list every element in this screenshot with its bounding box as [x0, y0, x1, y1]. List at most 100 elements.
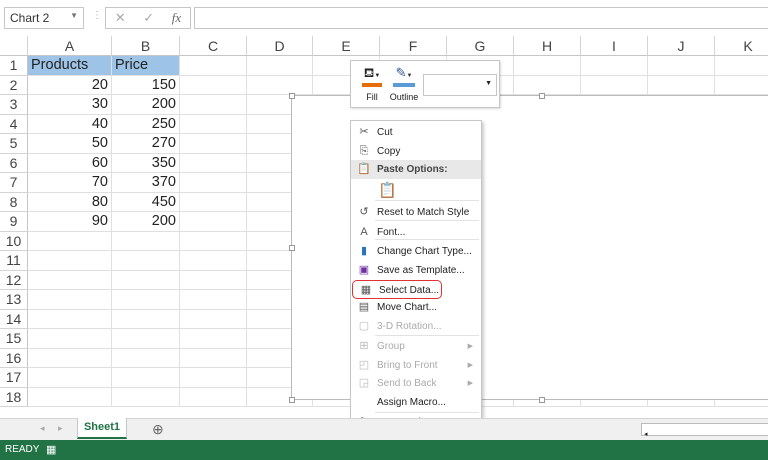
cell[interactable] — [180, 348, 247, 368]
row-header[interactable]: 16 — [0, 348, 28, 368]
row-header[interactable]: 14 — [0, 309, 28, 329]
cell[interactable] — [648, 75, 715, 95]
row-header[interactable]: 7 — [0, 173, 28, 193]
row-header[interactable]: 15 — [0, 329, 28, 349]
cell[interactable]: 250 — [112, 114, 180, 134]
cell[interactable] — [180, 329, 247, 349]
header-cell[interactable]: Price — [112, 56, 180, 76]
resize-handle[interactable] — [289, 245, 295, 251]
row-header[interactable]: 5 — [0, 134, 28, 154]
cell[interactable] — [180, 290, 247, 310]
cell[interactable] — [247, 75, 313, 95]
cell[interactable] — [112, 270, 180, 290]
cell[interactable]: 370 — [112, 173, 180, 193]
menu-item-select-data[interactable]: ▦ Select Data... — [352, 280, 442, 299]
cell[interactable] — [247, 56, 313, 76]
add-sheet-icon[interactable]: ⊕ — [152, 421, 164, 438]
cell[interactable]: 90 — [28, 212, 112, 232]
paste-keep-formatting-icon[interactable]: 📋 — [378, 181, 397, 199]
macro-record-icon[interactable]: ▦ — [46, 443, 56, 456]
resize-handle[interactable] — [289, 397, 295, 403]
menu-item-assign-macro[interactable]: Assign Macro... — [351, 393, 481, 412]
cell[interactable]: 60 — [28, 153, 112, 173]
column-header-f[interactable]: F — [380, 36, 447, 56]
cell[interactable] — [180, 309, 247, 329]
menu-item-copy[interactable]: ⎘ Copy — [351, 142, 481, 161]
cell[interactable] — [180, 134, 247, 154]
cell[interactable]: 20 — [28, 75, 112, 95]
fill-button[interactable]: ⛾▼ Fill — [359, 65, 385, 102]
resize-handle[interactable] — [289, 93, 295, 99]
cell[interactable] — [180, 56, 247, 76]
cell[interactable] — [180, 231, 247, 251]
chart-element-dropdown[interactable]: ▼ — [423, 74, 497, 96]
cell[interactable]: 80 — [28, 192, 112, 212]
row-header[interactable]: 13 — [0, 290, 28, 310]
row-header[interactable]: 18 — [0, 387, 28, 407]
menu-item-cut[interactable]: ✂ Cut — [351, 123, 481, 142]
resize-handle[interactable] — [539, 397, 545, 403]
row-header[interactable]: 3 — [0, 95, 28, 115]
cell[interactable] — [112, 251, 180, 271]
header-cell[interactable]: Products — [28, 56, 112, 76]
column-header-b[interactable]: B — [112, 36, 180, 56]
cell[interactable]: 200 — [112, 95, 180, 115]
cell[interactable]: 30 — [28, 95, 112, 115]
tab-sheet1[interactable]: Sheet1 — [77, 418, 127, 439]
outline-button[interactable]: ✎▼ Outline — [387, 65, 421, 102]
scroll-right-icon[interactable]: ▸ — [58, 423, 63, 434]
cell[interactable] — [28, 329, 112, 349]
cell[interactable]: 70 — [28, 173, 112, 193]
cell[interactable]: 150 — [112, 75, 180, 95]
row-header[interactable]: 1 — [0, 56, 28, 76]
cell[interactable] — [112, 309, 180, 329]
column-header-d[interactable]: D — [247, 36, 313, 56]
menu-item-save-as-template[interactable]: ▣ Save as Template... — [351, 261, 481, 280]
cell[interactable] — [28, 348, 112, 368]
cell[interactable] — [28, 251, 112, 271]
cell[interactable] — [28, 309, 112, 329]
column-header-i[interactable]: I — [581, 36, 648, 56]
menu-item-move-chart[interactable]: ▤ Move Chart... — [351, 298, 481, 317]
cell[interactable] — [180, 368, 247, 388]
cell[interactable] — [180, 387, 247, 407]
menu-item-change-chart-type[interactable]: ▮ Change Chart Type... — [351, 242, 481, 261]
resize-handle[interactable] — [539, 93, 545, 99]
cell[interactable] — [180, 95, 247, 115]
cell[interactable] — [112, 368, 180, 388]
row-header[interactable]: 8 — [0, 192, 28, 212]
cell[interactable] — [112, 329, 180, 349]
cell[interactable] — [180, 270, 247, 290]
cell[interactable] — [180, 173, 247, 193]
row-header[interactable]: 10 — [0, 231, 28, 251]
cell[interactable] — [180, 114, 247, 134]
scroll-left-arrow-icon[interactable]: ◂ — [642, 431, 648, 438]
cell[interactable] — [28, 368, 112, 388]
row-header[interactable]: 9 — [0, 212, 28, 232]
cell[interactable] — [180, 75, 247, 95]
cell[interactable] — [715, 76, 768, 95]
cell[interactable] — [514, 56, 581, 76]
row-header[interactable]: 11 — [0, 251, 28, 271]
column-header-h[interactable]: H — [514, 36, 581, 56]
cell[interactable] — [28, 270, 112, 290]
cell[interactable] — [180, 153, 247, 173]
cell[interactable] — [28, 387, 112, 407]
row-header[interactable]: 17 — [0, 368, 28, 388]
cell[interactable] — [648, 56, 715, 76]
row-header[interactable]: 6 — [0, 153, 28, 173]
cell[interactable] — [112, 387, 180, 407]
column-header-k[interactable]: K — [715, 36, 768, 56]
column-header-g[interactable]: G — [447, 36, 514, 56]
column-header-a[interactable]: A — [28, 36, 112, 56]
cell[interactable] — [112, 290, 180, 310]
cell[interactable] — [28, 231, 112, 251]
horizontal-scrollbar[interactable]: ◂ — [641, 423, 768, 438]
cell[interactable] — [180, 251, 247, 271]
cell[interactable] — [715, 56, 768, 76]
cell[interactable] — [28, 290, 112, 310]
cell[interactable] — [112, 348, 180, 368]
cell[interactable] — [180, 192, 247, 212]
row-header[interactable]: 2 — [0, 75, 28, 95]
cell[interactable] — [581, 56, 648, 76]
